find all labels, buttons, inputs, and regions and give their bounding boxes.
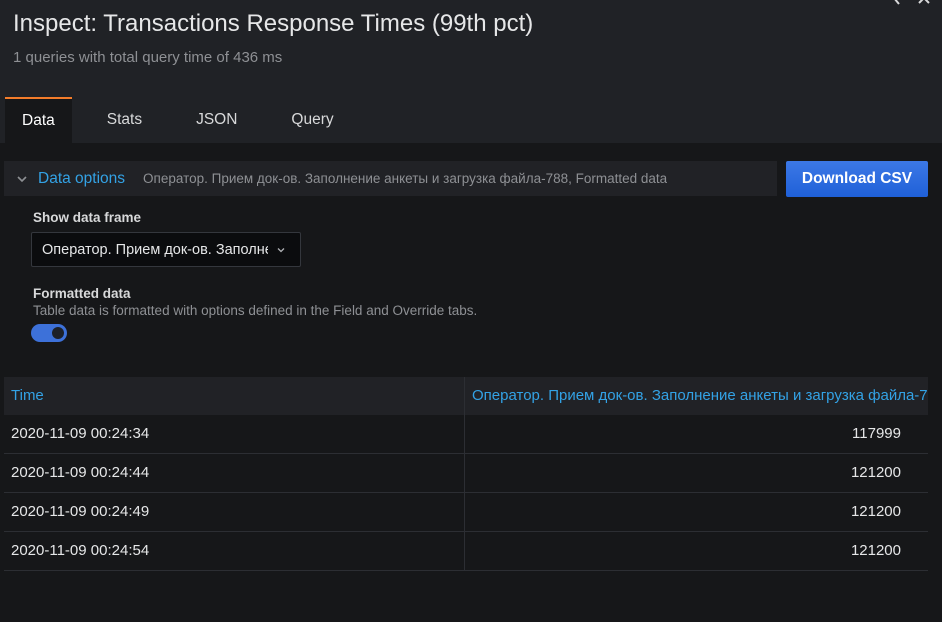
inspect-tabs: Data Stats JSON Query xyxy=(5,97,351,143)
data-frame-select[interactable]: Оператор. Прием док-ов. Заполнение анкет… xyxy=(31,232,301,267)
data-options-summary: Оператор. Прием док-ов. Заполнение анкет… xyxy=(143,171,668,186)
table-row: 2020-11-09 00:24:44 121200 xyxy=(4,454,928,493)
tab-data[interactable]: Data xyxy=(5,97,72,143)
query-summary: 1 queries with total query time of 436 m… xyxy=(13,49,283,66)
tab-json[interactable]: JSON xyxy=(179,97,254,143)
table-row: 2020-11-09 00:24:54 121200 xyxy=(4,532,928,571)
data-options-title: Data options xyxy=(38,169,126,187)
switch-knob xyxy=(52,327,64,339)
cell-value: 121200 xyxy=(850,542,901,559)
cell-time: 2020-11-09 00:24:54 xyxy=(4,532,465,570)
chevron-left-icon[interactable] xyxy=(889,0,905,6)
chevron-down-icon xyxy=(277,247,285,252)
cell-time: 2020-11-09 00:24:49 xyxy=(4,493,465,531)
cell-value: 117999 xyxy=(852,425,901,442)
inspect-header: Inspect: Transactions Response Times (99… xyxy=(0,0,942,143)
download-csv-button[interactable]: Download CSV xyxy=(786,161,928,197)
show-data-frame-label: Show data frame xyxy=(33,210,142,225)
cell-time: 2020-11-09 00:24:34 xyxy=(4,415,465,453)
table-header: Time Оператор. Прием док-ов. Заполнение … xyxy=(4,377,928,415)
column-header-time[interactable]: Time xyxy=(4,377,465,415)
formatted-data-label: Formatted data xyxy=(33,286,131,301)
tab-stats[interactable]: Stats xyxy=(90,97,159,143)
cell-value: 121200 xyxy=(850,464,901,481)
data-options-toggle[interactable]: Data options Оператор. Прием док-ов. Зап… xyxy=(4,161,777,196)
close-icon[interactable] xyxy=(916,0,932,6)
data-frame-select-value: Оператор. Прием док-ов. Заполнение анкет… xyxy=(42,241,268,258)
tab-query[interactable]: Query xyxy=(274,97,350,143)
data-table: Time Оператор. Прием док-ов. Заполнение … xyxy=(4,377,928,571)
page-title: Inspect: Transactions Response Times (99… xyxy=(13,10,534,37)
table-row: 2020-11-09 00:24:34 117999 xyxy=(4,415,928,454)
cell-time: 2020-11-09 00:24:44 xyxy=(4,454,465,492)
column-header-value[interactable]: Оператор. Прием док-ов. Заполнение анкет… xyxy=(465,377,928,415)
formatted-data-switch[interactable] xyxy=(31,324,67,342)
table-row: 2020-11-09 00:24:49 121200 xyxy=(4,493,928,532)
formatted-data-description: Table data is formatted with options def… xyxy=(33,303,478,318)
cell-value: 121200 xyxy=(850,503,901,520)
chevron-down-icon xyxy=(17,175,27,182)
